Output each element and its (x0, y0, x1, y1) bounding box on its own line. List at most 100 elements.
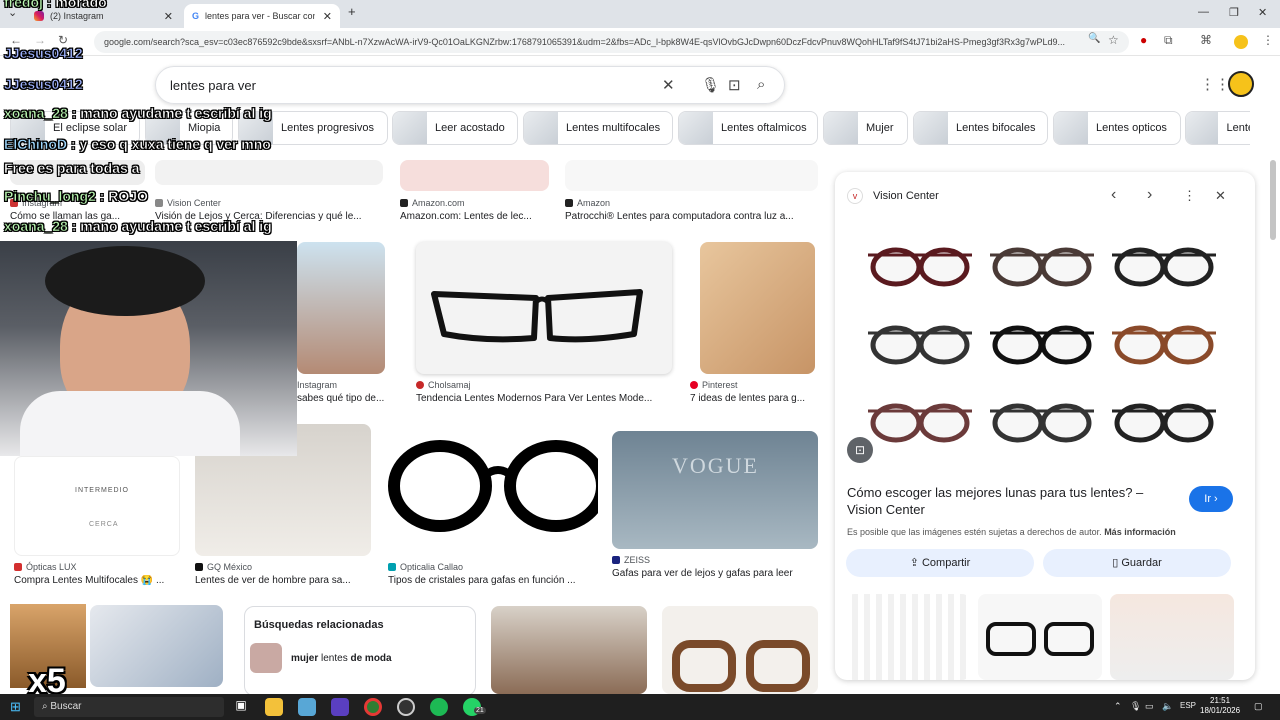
image-result[interactable]: Pinterest 7 ideas de lentes para g... (690, 242, 816, 404)
microphone-icon[interactable]: 🎙 (1130, 701, 1141, 712)
glasses-frame (990, 247, 1094, 287)
result-title[interactable]: Gafas para ver de lejos y gafas para lee… (612, 568, 818, 579)
restore-icon[interactable]: ❐ (1229, 6, 1239, 19)
result-title[interactable]: Compra Lentes Multifocales 😭 ... (14, 575, 180, 586)
extension-opera-icon[interactable]: ● (1140, 33, 1147, 47)
extensions-icon[interactable]: ⧉ (1164, 33, 1173, 48)
chip-thumbnail (393, 112, 427, 144)
new-tab-icon[interactable]: + (348, 4, 356, 19)
result-image (297, 242, 385, 374)
instagram-icon (34, 11, 44, 21)
next-icon[interactable]: › (1147, 186, 1152, 204)
language-indicator[interactable]: ESP (1180, 701, 1196, 710)
notifications-icon[interactable]: ▢ (1254, 701, 1263, 712)
image-result[interactable]: Instagram sabes qué tipo de... (297, 242, 407, 404)
tray-chevron-icon[interactable]: ⌃ (1114, 701, 1122, 712)
spotify-icon[interactable] (430, 698, 448, 716)
result-title[interactable]: sabes qué tipo de... (297, 393, 407, 404)
search-icon[interactable]: ⌕ (757, 76, 765, 93)
source-name: Opticalia Callao (400, 562, 464, 572)
volume-icon[interactable]: 🔈 (1162, 701, 1173, 712)
image-result[interactable]: Vision Center Visión de Lejos y Cerca: D… (155, 160, 383, 222)
image-result[interactable] (662, 606, 818, 694)
image-result[interactable] (90, 605, 223, 687)
app-icon[interactable] (331, 698, 349, 716)
share-button[interactable]: ⇪ Compartir (846, 549, 1034, 577)
app-icon[interactable] (298, 698, 316, 716)
streamer-shirt (20, 391, 240, 456)
image-result[interactable]: Amazon Patrocchi® Lentes para computador… (565, 160, 818, 222)
result-image (400, 160, 549, 191)
panel-title[interactable]: Cómo escoger las mejores lunas para tus … (847, 484, 1167, 518)
chip[interactable]: Lentes bifocales (913, 111, 1048, 145)
chat-user: xoana_28 (4, 218, 68, 235)
kebab-menu-icon[interactable]: ⋮ (1262, 33, 1274, 47)
close-tab-icon[interactable]: ✕ (164, 10, 173, 23)
panel-site-name[interactable]: Vision Center (873, 190, 939, 202)
visual-search-icon[interactable]: ⊡ (847, 437, 873, 463)
related-image[interactable] (1110, 594, 1234, 680)
related-item[interactable]: mujer lentes de moda (250, 643, 475, 673)
minimize-icon[interactable]: — (1198, 6, 1209, 18)
chip[interactable]: Lentes opticos (1053, 111, 1181, 145)
result-title[interactable]: Patrocchi® Lentes para computadora contr… (565, 211, 818, 222)
image-result[interactable]: Cholsamaj Tendencia Lentes Modernos Para… (416, 242, 672, 404)
image-result[interactable]: Amazon.com Amazon.com: Lentes de lec... (400, 160, 549, 222)
panel-header: v Vision Center ‹ › ⋮ ✕ (847, 184, 1243, 208)
save-button[interactable]: ▯ Guardar (1043, 549, 1231, 577)
screenshot-icon[interactable]: ⌘ (1200, 33, 1212, 47)
clock[interactable]: 21:51 18/01/2026 (1200, 696, 1240, 716)
image-result[interactable]: VOGUE ZEISS Gafas para ver de lejos y ga… (612, 431, 818, 579)
result-title[interactable]: Amazon.com: Lentes de lec... (400, 211, 549, 222)
close-tab-icon[interactable]: ✕ (323, 10, 332, 23)
chip[interactable]: Leer acostado (392, 111, 518, 145)
prev-icon[interactable]: ‹ (1111, 186, 1116, 204)
chip-thumbnail (524, 112, 558, 144)
lens-icon[interactable]: ⊡ (728, 76, 741, 94)
result-title[interactable]: 7 ideas de lentes para g... (690, 393, 816, 404)
glasses-frame (868, 247, 972, 287)
tab-google-search[interactable]: G lentes para ver - Buscar con Go ✕ (184, 4, 340, 28)
obs-icon[interactable] (397, 698, 415, 716)
chip-thumbnail (1186, 112, 1219, 144)
windows-start-icon[interactable]: ⊞ (10, 699, 21, 715)
visit-button[interactable]: Ir › (1189, 486, 1233, 512)
chat-text: : mano ayudame t escribí al ig (67, 105, 272, 122)
chat-message: JJesus0412 (4, 45, 83, 62)
result-title[interactable]: Tendencia Lentes Modernos Para Ver Lente… (416, 393, 672, 404)
chip[interactable]: Lentes oftalmicos (678, 111, 818, 145)
chip[interactable]: Mujer (823, 111, 908, 145)
related-image[interactable] (846, 594, 970, 680)
image-result[interactable]: Opticalia Callao Tipos de cristales para… (388, 424, 598, 586)
microphone-icon[interactable]: 🎙 (701, 76, 720, 94)
related-image[interactable] (978, 594, 1102, 680)
task-view-icon[interactable]: ▣ (232, 698, 250, 716)
chip[interactable]: Lente (1185, 111, 1250, 145)
profile-avatar-icon[interactable] (1234, 35, 1248, 49)
clear-icon[interactable]: ✕ (662, 76, 675, 94)
result-title[interactable]: Lentes de ver de hombre para sa... (195, 575, 371, 586)
chip-thumbnail (914, 112, 948, 144)
more-info-link[interactable]: Más información (1104, 527, 1176, 537)
network-icon[interactable]: ▭ (1145, 701, 1154, 712)
search-input[interactable]: lentes para ver (170, 78, 256, 93)
image-result[interactable] (491, 606, 647, 694)
chip[interactable]: Lentes multifocales (523, 111, 673, 145)
chrome-icon[interactable] (364, 698, 382, 716)
chip-label: Lentes progresivos (281, 122, 374, 134)
chat-user: Pinchu_long2 (4, 188, 96, 205)
image-result[interactable]: INTERMEDIO CERCA Ópticas LUX Compra Lent… (14, 456, 180, 586)
page-scrollbar[interactable] (1270, 160, 1276, 240)
address-bar[interactable]: google.com/search?sca_esv=c03ec876592c9b… (94, 31, 1129, 53)
file-explorer-icon[interactable] (265, 698, 283, 716)
result-title[interactable]: Tipos de cristales para gafas en función… (388, 575, 598, 586)
taskbar-search[interactable]: ⌕ Buscar (34, 697, 224, 717)
close-window-icon[interactable]: ✕ (1258, 6, 1267, 19)
more-options-icon[interactable]: ⋮ (1183, 188, 1196, 204)
search-box[interactable]: lentes para ver ✕ 🎙 ⊡ ⌕ (155, 66, 785, 104)
avatar[interactable] (1228, 71, 1254, 97)
result-source: Amazon.com (400, 198, 549, 208)
zoom-icon[interactable]: 🔍 (1088, 33, 1100, 44)
close-panel-icon[interactable]: ✕ (1215, 188, 1226, 204)
bookmark-star-icon[interactable]: ☆ (1108, 33, 1119, 47)
